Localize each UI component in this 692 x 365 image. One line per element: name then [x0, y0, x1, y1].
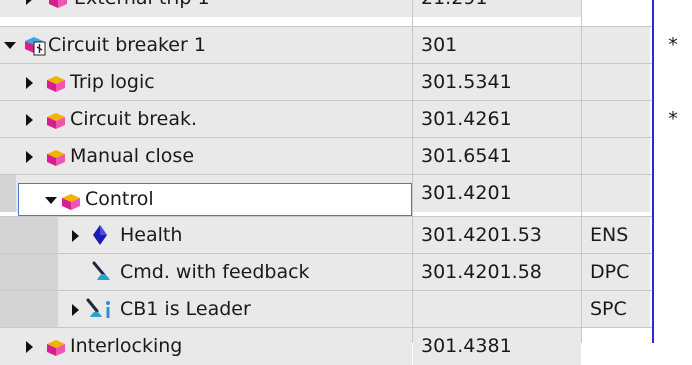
flag-cell: * [668, 34, 678, 56]
signal-tree: External trip 1 21.291 Circuit breaker 1… [0, 0, 692, 365]
expand-toggle[interactable] [68, 217, 84, 254]
name-cell: Manual close [0, 138, 412, 175]
indent-strip [0, 254, 58, 291]
function-block-icon [47, 76, 65, 92]
function-block-icon [62, 194, 80, 210]
flag-cell [654, 217, 692, 254]
expand-toggle[interactable] [22, 0, 38, 17]
address-cell: 301.6541 [413, 138, 581, 175]
row-divider [0, 327, 652, 328]
name-cell: Circuit break. [0, 101, 412, 138]
row-label: Circuit breaker 1 [48, 34, 206, 56]
flag-cell [654, 138, 692, 175]
name-cell: Cmd. with feedback [0, 254, 412, 291]
expand-toggle[interactable] [68, 291, 84, 328]
tree-row-interlocking[interactable]: Interlocking 301.4381 [0, 328, 692, 365]
tree-row-cmd-with-feedback[interactable]: Cmd. with feedback 301.4201.58 DPC [0, 254, 692, 291]
type-cell [582, 27, 650, 64]
row-divider [0, 174, 652, 175]
flag-cell [654, 328, 692, 365]
indent-strip [0, 175, 16, 212]
selection-box[interactable]: Control [18, 183, 412, 216]
address-cell: 301 [413, 27, 581, 64]
row-label: Interlocking [70, 335, 183, 357]
function-block-icon [49, 0, 67, 8]
row-divider [0, 216, 652, 217]
flag-cell [654, 0, 692, 17]
tree-row-trip-logic[interactable]: Trip logic 301.5341 [0, 64, 692, 101]
tree-row-cb1-is-leader[interactable]: CB1 is Leader SPC [0, 291, 692, 328]
name-cell: Circuit breaker 1 [0, 27, 412, 64]
row-label: Control [85, 188, 154, 210]
type-cell [582, 0, 650, 17]
column-divider [412, 0, 413, 343]
address-cell: 301.5341 [413, 64, 581, 101]
type-cell [582, 138, 650, 175]
row-divider [0, 253, 652, 254]
expand-toggle[interactable] [22, 64, 38, 101]
row-label: External trip 1 [74, 0, 210, 17]
function-block-icon [47, 340, 65, 356]
tree-row-manual-close[interactable]: Manual close 301.6541 [0, 138, 692, 175]
row-divider [0, 100, 652, 101]
tree-row-circuit-breaker-1[interactable]: Circuit breaker 1 301 * [0, 27, 692, 64]
name-cell: Interlocking [0, 328, 412, 365]
flag-cell [654, 291, 692, 328]
flag-cell [654, 64, 692, 101]
collapse-toggle[interactable] [43, 182, 59, 219]
indent-strip [0, 291, 58, 328]
address-cell: 301.4381 [413, 328, 581, 365]
expand-toggle[interactable] [22, 328, 38, 365]
command-icon [92, 261, 110, 280]
address-cell: 21.291 [413, 0, 581, 17]
address-cell: 301.4261 [413, 101, 581, 138]
circuit-breaker-icon [25, 37, 46, 56]
diamond-icon [93, 225, 107, 245]
expand-toggle[interactable] [22, 138, 38, 175]
type-cell [582, 101, 650, 138]
tree-row-circuit-break[interactable]: Circuit break. 301.4261 * [0, 101, 692, 138]
tree-row-external-trip[interactable]: External trip 1 21.291 [0, 0, 692, 17]
column-divider-blue [652, 0, 654, 343]
address-cell: 301.4201 [413, 175, 581, 212]
flag-cell [654, 254, 692, 291]
tree-row-health[interactable]: Health 301.4201.53 ENS [0, 217, 692, 254]
indent-strip [0, 217, 58, 254]
function-block-icon [47, 113, 65, 129]
row-divider [0, 137, 652, 138]
name-cell: Health [0, 217, 412, 254]
address-cell: 301.4201.58 [413, 254, 581, 291]
type-cell: SPC [582, 291, 650, 328]
address-cell: 301.4201.53 [413, 217, 581, 254]
name-cell: CB1 is Leader [0, 291, 412, 328]
name-cell: External trip 1 [0, 0, 412, 17]
type-cell: ENS [582, 217, 650, 254]
row-label: CB1 is Leader [120, 298, 251, 320]
name-cell: Trip logic [0, 64, 412, 101]
row-label: Trip logic [70, 71, 155, 93]
type-cell [582, 64, 650, 101]
row-label: Health [120, 224, 183, 246]
flag-cell [654, 175, 692, 212]
row-label: Circuit break. [70, 108, 198, 130]
row-divider [0, 26, 652, 27]
row-divider [0, 290, 652, 291]
collapse-toggle[interactable] [2, 27, 18, 64]
expand-toggle[interactable] [22, 101, 38, 138]
type-cell: DPC [582, 254, 650, 291]
function-block-icon [47, 150, 65, 166]
address-cell [413, 291, 581, 328]
column-divider [581, 0, 582, 343]
type-cell [582, 328, 650, 365]
row-label: Manual close [70, 145, 195, 167]
flag-cell: * [668, 108, 678, 130]
command-info-icon [86, 298, 110, 318]
row-label: Cmd. with feedback [120, 261, 310, 283]
type-cell [582, 175, 650, 212]
row-divider [0, 63, 652, 64]
